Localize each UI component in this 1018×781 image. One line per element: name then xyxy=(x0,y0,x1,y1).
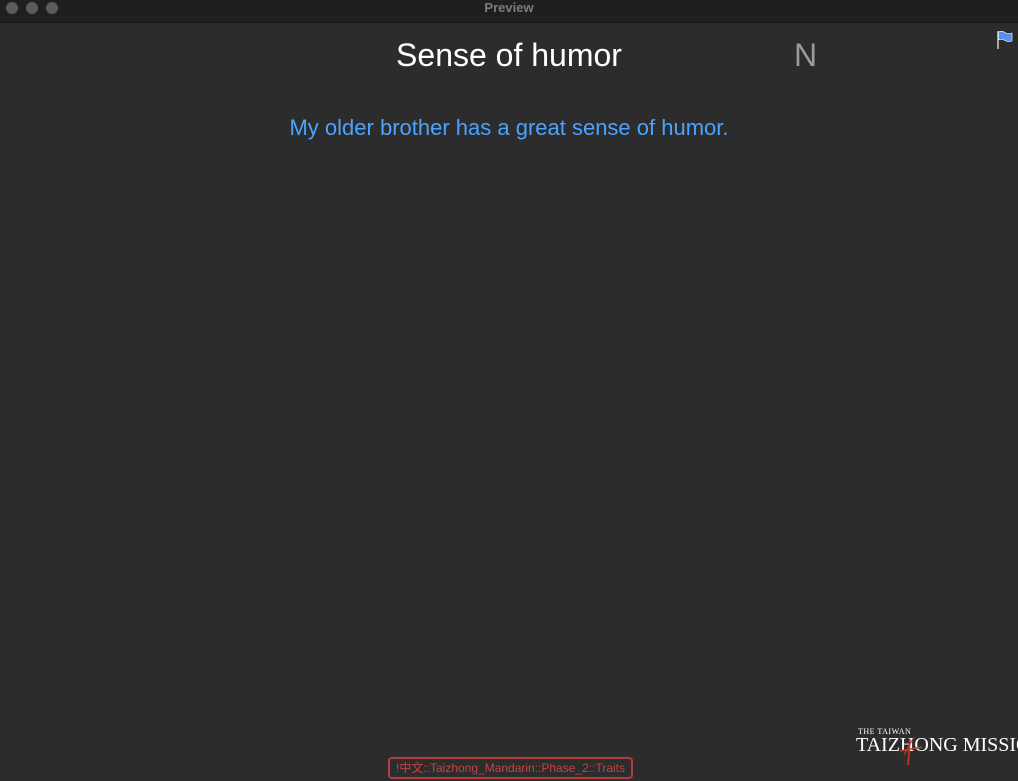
example-sentence: My older brother has a great sense of hu… xyxy=(289,115,729,140)
logo-cross-mark-icon xyxy=(899,736,923,765)
window-title: Preview xyxy=(484,0,534,15)
deck-tag-badge: !中文::Taizhong_Mandarin::Phase_2::Traits xyxy=(388,757,633,779)
window-titlebar: Preview xyxy=(0,0,1018,23)
card-letter: N xyxy=(794,37,818,73)
logo-main-text: TAIZHONG MISSION xyxy=(856,734,1018,756)
preview-window: Preview Sense of humor N My older brothe… xyxy=(0,0,1018,781)
card-title: Sense of humor xyxy=(396,37,622,73)
flag-icon[interactable] xyxy=(996,30,1014,50)
taizhong-mission-logo: THE TAIWAN TAIZHONG MISSION xyxy=(856,727,1018,767)
